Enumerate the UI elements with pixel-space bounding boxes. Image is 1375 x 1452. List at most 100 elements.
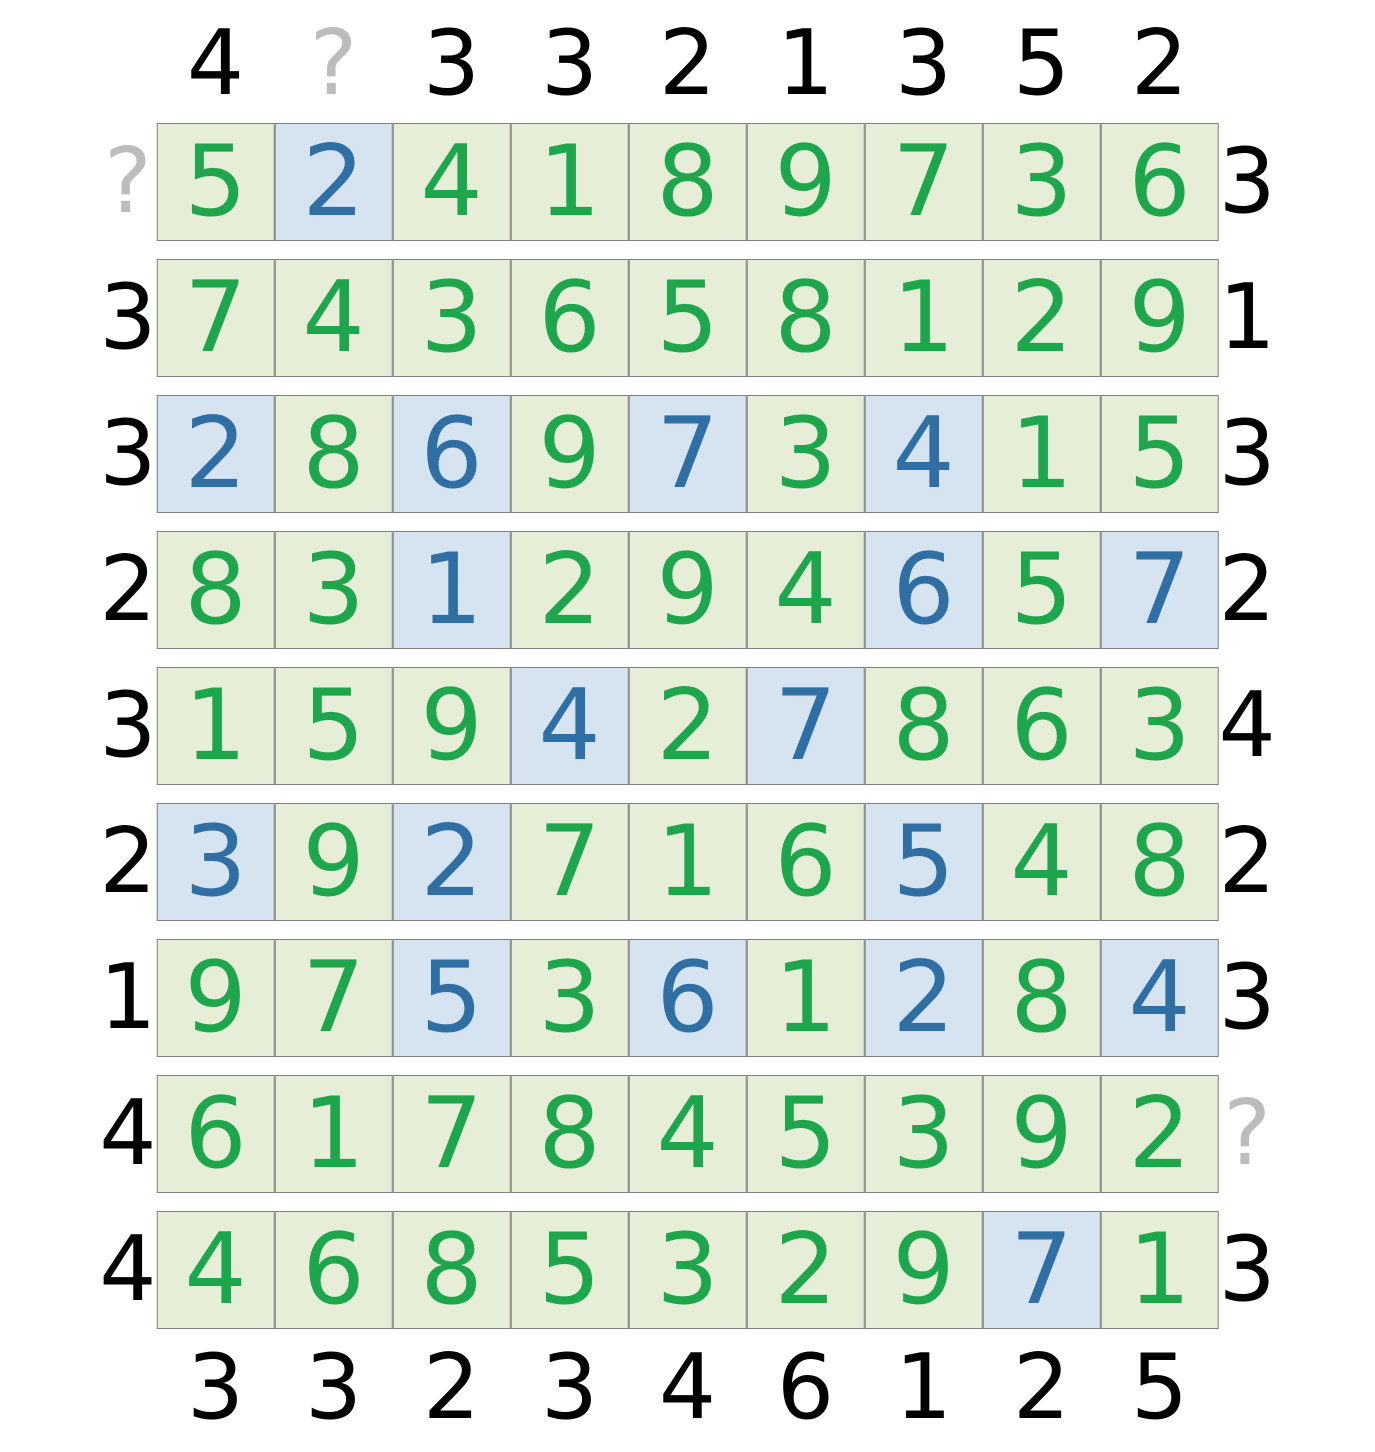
grid-cell-r2-c7[interactable]: 1 — [983, 395, 1101, 513]
grid-cell-r3-c8[interactable]: 7 — [1101, 531, 1219, 649]
grid-cell-r3-c1[interactable]: 3 — [275, 531, 393, 649]
grid-cell-r5-c1[interactable]: 9 — [275, 803, 393, 921]
grid-cell-r4-c6[interactable]: 8 — [865, 667, 983, 785]
grid-cell-r0-c3[interactable]: 1 — [511, 123, 629, 241]
grid-cell-r8-c8[interactable]: 1 — [1101, 1211, 1219, 1329]
grid-cell-r5-c4[interactable]: 1 — [629, 803, 747, 921]
grid-cell-r2-c1[interactable]: 8 — [275, 395, 393, 513]
grid-cell-r7-c2[interactable]: 7 — [393, 1075, 511, 1193]
clue-bottom-3: 3 — [541, 1335, 598, 1440]
grid-cell-r1-c3[interactable]: 6 — [511, 259, 629, 377]
grid-cell-r2-c6[interactable]: 4 — [865, 395, 983, 513]
grid-cell-r3-c4[interactable]: 9 — [629, 531, 747, 649]
grid-cell-r0-c7[interactable]: 3 — [983, 123, 1101, 241]
clue-bottom-7: 2 — [1013, 1335, 1070, 1440]
grid-cell-r5-c2[interactable]: 2 — [393, 803, 511, 921]
grid-cell-r8-c3[interactable]: 5 — [511, 1211, 629, 1329]
clue-left-8: 4 — [99, 1217, 156, 1322]
clue-right-0: 3 — [1219, 129, 1276, 234]
grid-cell-r5-c8[interactable]: 8 — [1101, 803, 1219, 921]
clue-bottom-6: 1 — [895, 1335, 952, 1440]
grid-cell-r1-c8[interactable]: 9 — [1101, 259, 1219, 377]
clue-left-2: 3 — [99, 401, 156, 506]
clue-right-3: 2 — [1219, 537, 1276, 642]
grid-cell-r3-c7[interactable]: 5 — [983, 531, 1101, 649]
grid-cell-r0-c1[interactable]: 2 — [275, 123, 393, 241]
grid-cell-r8-c7[interactable]: 7 — [983, 1211, 1101, 1329]
grid-cell-r5-c5[interactable]: 6 — [747, 803, 865, 921]
grid-cell-r7-c8[interactable]: 2 — [1101, 1075, 1219, 1193]
grid-cell-r5-c0[interactable]: 3 — [157, 803, 275, 921]
grid-cell-r0-c5[interactable]: 9 — [747, 123, 865, 241]
skyscrapers-puzzle: 4?3321352?524189736337436581291328697341… — [99, 14, 1276, 1438]
grid-cell-r8-c2[interactable]: 8 — [393, 1211, 511, 1329]
grid-cell-r6-c0[interactable]: 9 — [157, 939, 275, 1057]
grid-cell-r3-c2[interactable]: 1 — [393, 531, 511, 649]
grid-cell-r4-c0[interactable]: 1 — [157, 667, 275, 785]
grid-cell-r6-c5[interactable]: 1 — [747, 939, 865, 1057]
grid-cell-r1-c5[interactable]: 8 — [747, 259, 865, 377]
grid-cell-r1-c2[interactable]: 3 — [393, 259, 511, 377]
grid-cell-r7-c3[interactable]: 8 — [511, 1075, 629, 1193]
grid-cell-r8-c0[interactable]: 4 — [157, 1211, 275, 1329]
grid-cell-r2-c0[interactable]: 2 — [157, 395, 275, 513]
grid-cell-r2-c4[interactable]: 7 — [629, 395, 747, 513]
grid-cell-r4-c3[interactable]: 4 — [511, 667, 629, 785]
clue-right-5: 2 — [1219, 809, 1276, 914]
clue-left-7: 4 — [99, 1081, 156, 1186]
grid-cell-r6-c4[interactable]: 6 — [629, 939, 747, 1057]
grid-cell-r5-c6[interactable]: 5 — [865, 803, 983, 921]
clue-top-8: 2 — [1131, 11, 1188, 116]
grid-cell-r7-c0[interactable]: 6 — [157, 1075, 275, 1193]
grid-cell-r1-c1[interactable]: 4 — [275, 259, 393, 377]
clue-top-1: ? — [310, 11, 358, 116]
grid-cell-r0-c4[interactable]: 8 — [629, 123, 747, 241]
grid-cell-r1-c0[interactable]: 7 — [157, 259, 275, 377]
grid-cell-r4-c2[interactable]: 9 — [393, 667, 511, 785]
grid-cell-r4-c4[interactable]: 2 — [629, 667, 747, 785]
grid-cell-r5-c3[interactable]: 7 — [511, 803, 629, 921]
grid-cell-r4-c8[interactable]: 3 — [1101, 667, 1219, 785]
grid-cell-r0-c0[interactable]: 5 — [157, 123, 275, 241]
grid-cell-r1-c7[interactable]: 2 — [983, 259, 1101, 377]
grid-cell-r2-c2[interactable]: 6 — [393, 395, 511, 513]
clue-bottom-8: 5 — [1131, 1335, 1188, 1440]
grid-cell-r8-c5[interactable]: 2 — [747, 1211, 865, 1329]
grid-cell-r2-c8[interactable]: 5 — [1101, 395, 1219, 513]
grid-cell-r7-c5[interactable]: 5 — [747, 1075, 865, 1193]
grid-cell-r3-c6[interactable]: 6 — [865, 531, 983, 649]
grid-cell-r4-c7[interactable]: 6 — [983, 667, 1101, 785]
grid-cell-r7-c1[interactable]: 1 — [275, 1075, 393, 1193]
grid-cell-r3-c0[interactable]: 8 — [157, 531, 275, 649]
clue-right-7: ? — [1223, 1081, 1271, 1186]
grid-cell-r4-c5[interactable]: 7 — [747, 667, 865, 785]
grid-cell-r4-c1[interactable]: 5 — [275, 667, 393, 785]
grid-cell-r8-c6[interactable]: 9 — [865, 1211, 983, 1329]
grid-cell-r6-c6[interactable]: 2 — [865, 939, 983, 1057]
grid-cell-r8-c1[interactable]: 6 — [275, 1211, 393, 1329]
grid-cell-r3-c3[interactable]: 2 — [511, 531, 629, 649]
grid-cell-r5-c7[interactable]: 4 — [983, 803, 1101, 921]
grid-cell-r6-c2[interactable]: 5 — [393, 939, 511, 1057]
clue-top-4: 2 — [659, 11, 716, 116]
grid-cell-r1-c6[interactable]: 1 — [865, 259, 983, 377]
grid-cell-r7-c7[interactable]: 9 — [983, 1075, 1101, 1193]
grid-cell-r0-c2[interactable]: 4 — [393, 123, 511, 241]
clue-top-3: 3 — [541, 11, 598, 116]
grid-cell-r8-c4[interactable]: 3 — [629, 1211, 747, 1329]
grid-cell-r6-c8[interactable]: 4 — [1101, 939, 1219, 1057]
grid-cell-r6-c1[interactable]: 7 — [275, 939, 393, 1057]
grid-cell-r1-c4[interactable]: 5 — [629, 259, 747, 377]
grid-cell-r7-c4[interactable]: 4 — [629, 1075, 747, 1193]
grid-cell-r0-c8[interactable]: 6 — [1101, 123, 1219, 241]
grid-cell-r2-c3[interactable]: 9 — [511, 395, 629, 513]
grid-cell-r6-c3[interactable]: 3 — [511, 939, 629, 1057]
grid-cell-r7-c6[interactable]: 3 — [865, 1075, 983, 1193]
clue-left-3: 2 — [99, 537, 156, 642]
clue-top-7: 5 — [1013, 11, 1070, 116]
grid-cell-r6-c7[interactable]: 8 — [983, 939, 1101, 1057]
grid-cell-r3-c5[interactable]: 4 — [747, 531, 865, 649]
clue-left-1: 3 — [99, 265, 156, 370]
grid-cell-r2-c5[interactable]: 3 — [747, 395, 865, 513]
grid-cell-r0-c6[interactable]: 7 — [865, 123, 983, 241]
